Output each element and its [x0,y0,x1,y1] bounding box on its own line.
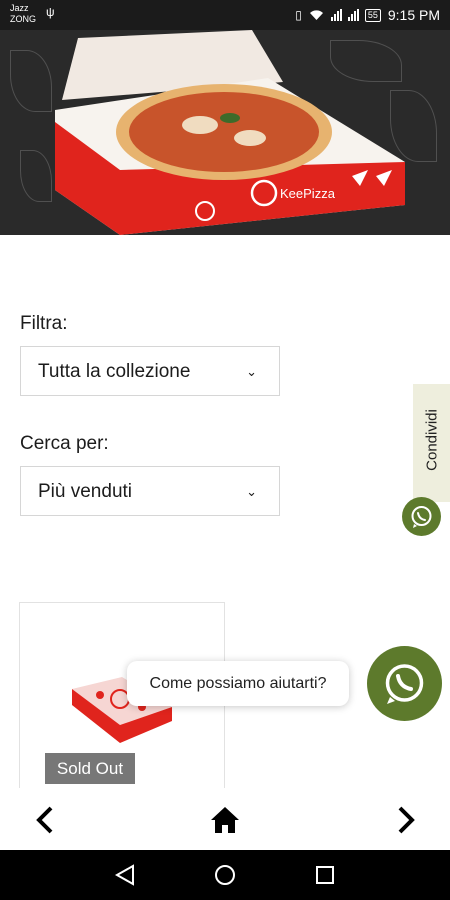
filter-select-value: Tutta la collezione [38,361,191,382]
carrier-name-2: ZONG [10,14,36,24]
share-tab-label: Condividi [423,409,441,471]
hero-banner: KeePizza [0,30,450,235]
vibrate-icon: ▯ [295,8,302,22]
share-whatsapp-button[interactable] [402,497,441,536]
whatsapp-chat-button[interactable] [367,646,442,721]
brand-logo-text: KeePizza [280,186,336,201]
usb-icon: ψ [46,5,55,19]
pizza-box-image: KeePizza [55,30,405,235]
whatsapp-icon [385,664,424,704]
sort-select[interactable]: Più venduti ⌄ [20,466,280,516]
carrier-name-1: Jazz [10,3,29,13]
sort-label: Cerca per: [20,433,109,454]
home-circle-icon[interactable] [214,864,236,886]
system-navigation-bar [0,850,450,900]
chat-prompt-bubble[interactable]: Come possiamo aiutarti? [127,661,349,706]
home-icon[interactable] [210,806,240,834]
sold-out-badge: Sold Out [45,753,135,784]
bottom-navigation [0,788,450,850]
recents-square-icon[interactable] [314,864,336,886]
filter-label: Filtra: [20,313,68,334]
signal-icon-2 [347,9,359,21]
wifi-icon [309,10,323,20]
sort-select-value: Più venduti [38,481,133,502]
signal-icon-1 [330,9,342,21]
carrier-label: Jazz ZONG ψ [10,3,55,25]
status-icons: ▯ 55 9:15 PM [295,7,440,23]
status-time: 9:15 PM [387,7,440,23]
battery-icon: 55 [364,8,381,22]
whatsapp-icon [411,506,432,528]
chevron-down-icon: ⌄ [246,364,257,379]
chevron-down-icon: ⌄ [246,484,257,499]
share-tab[interactable]: Condividi [413,384,450,502]
filter-select[interactable]: Tutta la collezione ⌄ [20,346,280,396]
status-bar: Jazz ZONG ψ ▯ 55 9:15 PM [0,0,450,30]
chevron-right-icon[interactable] [394,805,418,835]
back-triangle-icon[interactable] [114,864,136,886]
chevron-left-icon[interactable] [33,805,57,835]
